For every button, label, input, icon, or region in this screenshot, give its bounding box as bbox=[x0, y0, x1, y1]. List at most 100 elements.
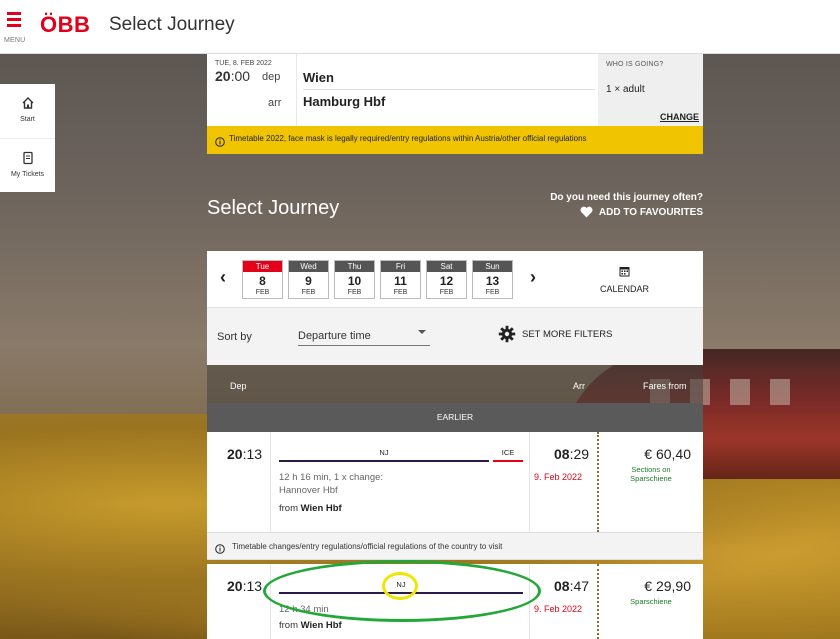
calendar-button[interactable]: CALENDAR bbox=[600, 264, 649, 294]
calendar-icon bbox=[619, 267, 630, 277]
journey-summary[interactable]: TUE, 8. FEB 2022 20:00 dep arr Wien Hamb… bbox=[207, 54, 703, 126]
connection-info: 12 h 34 min bbox=[279, 604, 329, 615]
day-name: Tue bbox=[243, 261, 282, 272]
day-number: 8 bbox=[259, 274, 266, 288]
from-station: from Wien Hbf bbox=[279, 620, 342, 631]
day-month: FEB bbox=[301, 289, 316, 296]
fare-price: € 29,90 bbox=[644, 578, 691, 594]
arr-time: 08:47 bbox=[554, 578, 590, 594]
notice-text: Timetable 2022, face mask is legally req… bbox=[229, 134, 587, 143]
arr-date: 9. Feb 2022 bbox=[534, 604, 583, 614]
hamburger-icon bbox=[4, 12, 28, 27]
dep-cell: 20:13 bbox=[207, 564, 271, 639]
fare-price: € 60,40 bbox=[644, 446, 691, 462]
notice-text: Timetable changes/entry regulations/offi… bbox=[232, 542, 503, 551]
day-month: FEB bbox=[485, 289, 500, 296]
day-month: FEB bbox=[255, 289, 270, 296]
gear-icon bbox=[498, 325, 516, 343]
arr-time: 08:29 bbox=[554, 446, 590, 462]
day-name: Wed bbox=[289, 261, 328, 272]
day-name: Thu bbox=[335, 261, 374, 272]
passengers-block: WHO IS GOING? 1 × adult CHANGE bbox=[598, 54, 703, 126]
arr-date: 9. Feb 2022 bbox=[534, 472, 583, 482]
sort-value: Departure time bbox=[298, 330, 371, 342]
fare-note: Sparschiene bbox=[630, 597, 672, 606]
country-regulations-notice[interactable]: Timetable changes/entry regulations/offi… bbox=[207, 532, 703, 560]
arr-cell: 08:29 9. Feb 2022 bbox=[529, 432, 597, 532]
add-to-favourites-label: ADD TO FAVOURITES bbox=[598, 206, 703, 218]
col-arr: Arr bbox=[573, 381, 585, 391]
day-sat[interactable]: Sat 12 FEB bbox=[426, 260, 467, 299]
home-icon bbox=[0, 96, 55, 112]
sidenav-item-start[interactable]: Start bbox=[0, 84, 55, 138]
earlier-button[interactable]: EARLIER bbox=[207, 403, 703, 432]
to-station: Hamburg Hbf bbox=[303, 94, 386, 109]
sort-bar: Sort by Departure time SET MORE FILTERS bbox=[207, 307, 703, 365]
sidenav-item-label: My Tickets bbox=[10, 171, 45, 178]
info-icon bbox=[215, 134, 225, 152]
arr-cell: 08:47 9. Feb 2022 bbox=[529, 564, 597, 639]
connection-info: 12 h 16 min, 1 x change: Hannover Hbf bbox=[279, 472, 384, 496]
date-selector: ‹ Tue 8 FEB Wed 9 FEB Thu 10 FEB Fri 11 … bbox=[207, 251, 703, 307]
page-title: Select Journey bbox=[109, 14, 235, 35]
fare-cell[interactable]: € 29,90 Sparschiene bbox=[597, 564, 703, 639]
day-wed[interactable]: Wed 9 FEB bbox=[288, 260, 329, 299]
day-name: Fri bbox=[381, 261, 420, 272]
side-navigation: Start My Tickets bbox=[0, 84, 55, 192]
day-number: 12 bbox=[439, 274, 454, 288]
who-is-going-label: WHO IS GOING? bbox=[606, 61, 664, 68]
fare-cell[interactable]: € 60,40 Sections on Sparschiene bbox=[597, 432, 703, 532]
dep-label: dep bbox=[262, 71, 281, 83]
sidenav-item-label: Start bbox=[20, 116, 35, 123]
col-fares-from: Fares from bbox=[643, 381, 687, 391]
arr-label: arr bbox=[268, 97, 282, 109]
fare-note: Sections on Sparschiene bbox=[630, 465, 672, 483]
menu-label: MENU bbox=[4, 37, 26, 44]
previous-day-arrow[interactable]: ‹ bbox=[216, 267, 230, 288]
day-thu[interactable]: Thu 10 FEB bbox=[334, 260, 375, 299]
day-month: FEB bbox=[393, 289, 408, 296]
day-number: 10 bbox=[347, 274, 362, 288]
day-tue[interactable]: Tue 8 FEB bbox=[242, 260, 283, 299]
passengers-value: 1 × adult bbox=[606, 84, 645, 95]
connection-details: NJ 12 h 34 min from Wien Hbf bbox=[271, 564, 529, 639]
journey-time: 20:00 bbox=[215, 68, 251, 84]
station-divider bbox=[303, 89, 595, 90]
summary-stations: Wien Hamburg Hbf bbox=[296, 54, 598, 126]
day-month: FEB bbox=[347, 289, 362, 296]
summary-time-block: TUE, 8. FEB 2022 20:00 dep arr bbox=[207, 54, 289, 126]
from-station: from Wien Hbf bbox=[279, 503, 342, 514]
timetable-notice[interactable]: Timetable 2022, face mask is legally req… bbox=[207, 126, 703, 154]
connection-row[interactable]: 20:13 NJ ICE 12 h 16 min, 1 x change: Ha… bbox=[207, 432, 703, 532]
app-header: MENU ÖBB Select Journey bbox=[0, 0, 840, 54]
day-number: 11 bbox=[394, 274, 407, 288]
day-sun[interactable]: Sun 13 FEB bbox=[472, 260, 513, 299]
train-segment-ice: ICE bbox=[493, 446, 523, 462]
favourites-question: Do you need this journey often? bbox=[550, 192, 703, 203]
day-fri[interactable]: Fri 11 FEB bbox=[380, 260, 421, 299]
from-station: Wien bbox=[303, 70, 334, 85]
heart-icon bbox=[580, 206, 593, 218]
menu-button[interactable]: MENU bbox=[4, 12, 28, 44]
day-name: Sun bbox=[473, 261, 512, 272]
sidenav-item-my-tickets[interactable]: My Tickets bbox=[0, 138, 55, 192]
calendar-label: CALENDAR bbox=[600, 284, 650, 294]
next-day-arrow[interactable]: › bbox=[526, 267, 540, 288]
day-number: 13 bbox=[485, 274, 500, 288]
day-number: 9 bbox=[305, 274, 312, 288]
sort-by-label: Sort by bbox=[217, 331, 252, 343]
add-to-favourites-button[interactable]: ADD TO FAVOURITES bbox=[580, 206, 703, 218]
dep-time: 20:13 bbox=[227, 446, 263, 462]
results-column-headers: Dep Arr Fares from bbox=[207, 365, 703, 403]
sort-select[interactable]: Departure time bbox=[298, 326, 430, 346]
obb-logo[interactable]: ÖBB bbox=[40, 12, 90, 38]
col-dep: Dep bbox=[230, 381, 247, 391]
change-button[interactable]: CHANGE bbox=[660, 112, 699, 122]
dropdown-caret-icon bbox=[418, 330, 426, 334]
day-name: Sat bbox=[427, 261, 466, 272]
connection-row[interactable]: 20:13 NJ 12 h 34 min from Wien Hbf 08:47… bbox=[207, 564, 703, 639]
journey-date: TUE, 8. FEB 2022 bbox=[215, 60, 272, 67]
set-more-filters-button[interactable]: SET MORE FILTERS bbox=[498, 325, 612, 343]
dep-cell: 20:13 bbox=[207, 432, 271, 532]
set-more-filters-label: SET MORE FILTERS bbox=[522, 328, 613, 340]
